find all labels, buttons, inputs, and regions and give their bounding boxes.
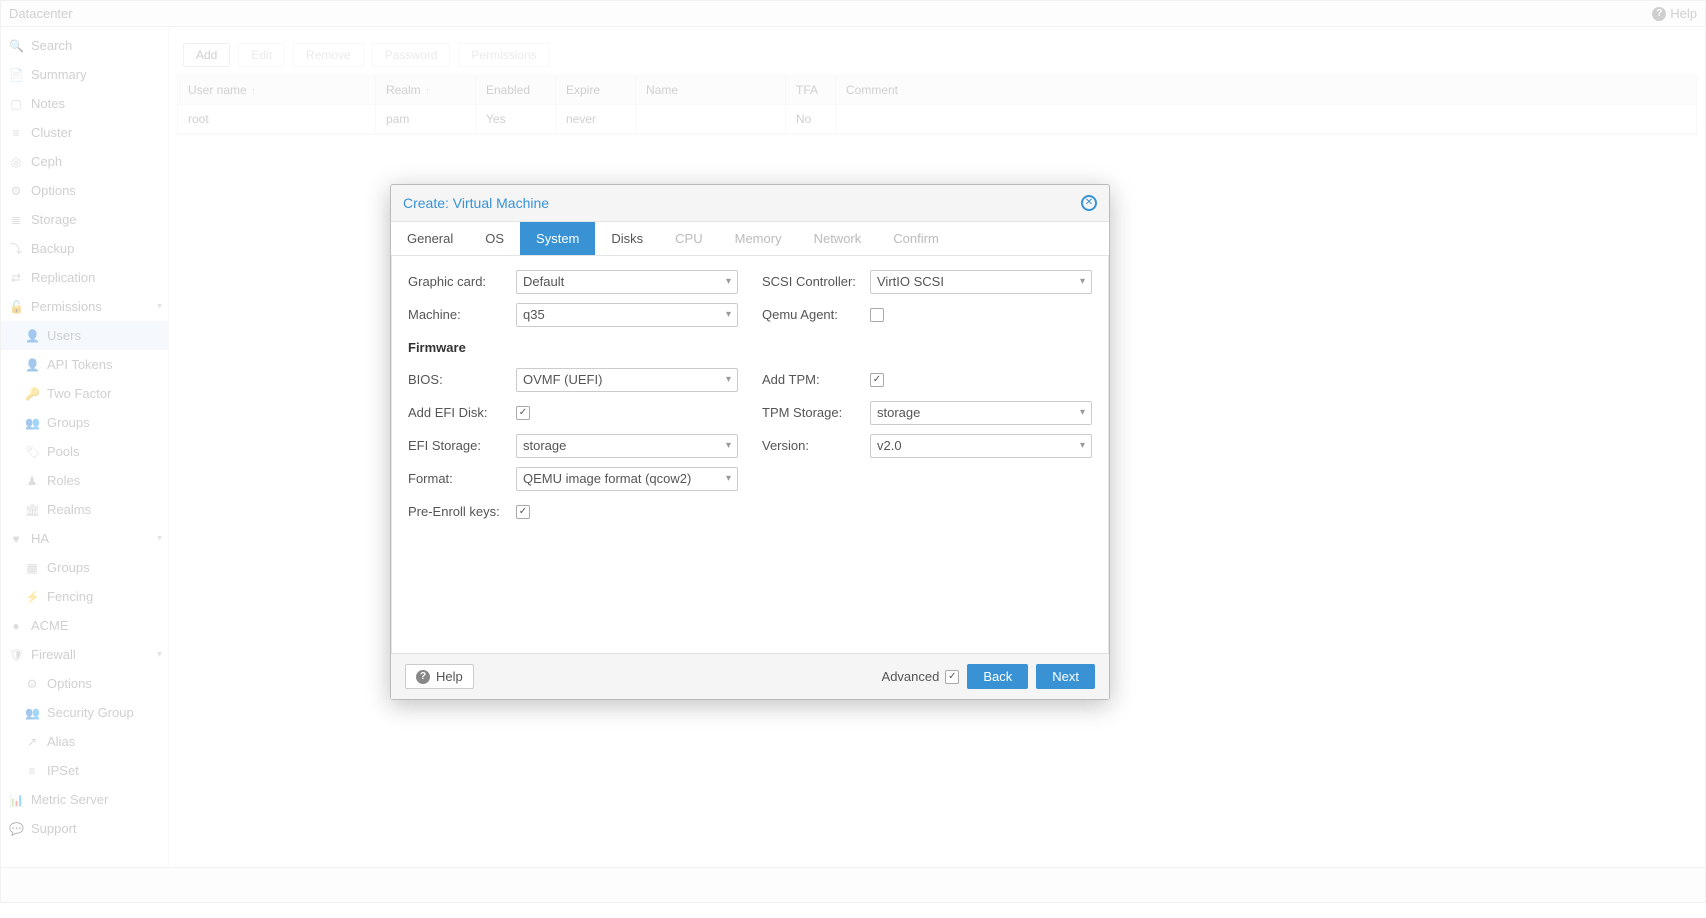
label-qemu-agent: Qemu Agent: <box>762 307 870 322</box>
tab-cpu: CPU <box>659 222 718 255</box>
advanced-toggle[interactable]: Advanced ✓ <box>882 669 960 684</box>
label-format: Format: <box>408 471 516 486</box>
next-button[interactable]: Next <box>1036 664 1095 689</box>
label-version: Version: <box>762 438 870 453</box>
help-button[interactable]: ? Help <box>405 664 474 689</box>
chevron-down-icon: ▾ <box>726 473 731 484</box>
form-col-left: Graphic card: Default ▾ Machine: q35 ▾ F… <box>408 270 738 639</box>
tab-os[interactable]: OS <box>469 222 520 255</box>
tab-network: Network <box>798 222 878 255</box>
tab-system[interactable]: System <box>520 222 595 255</box>
chevron-down-icon: ▾ <box>726 374 731 385</box>
checkbox-add-tpm[interactable]: ✓ <box>870 373 884 387</box>
label-graphic-card: Graphic card: <box>408 274 516 289</box>
chevron-down-icon: ▾ <box>726 440 731 451</box>
back-button[interactable]: Back <box>967 664 1028 689</box>
combo-scsi[interactable]: VirtIO SCSI ▾ <box>870 270 1092 294</box>
label-pre-enroll: Pre-Enroll keys: <box>408 504 516 519</box>
checkbox-advanced[interactable]: ✓ <box>945 670 959 684</box>
combo-graphic-card[interactable]: Default ▾ <box>516 270 738 294</box>
label-efi-storage: EFI Storage: <box>408 438 516 453</box>
chevron-down-icon: ▾ <box>1080 407 1085 418</box>
combo-bios[interactable]: OVMF (UEFI) ▾ <box>516 368 738 392</box>
close-icon[interactable]: ✕ <box>1081 195 1097 211</box>
modal-footer: ? Help Advanced ✓ Back Next <box>391 653 1109 699</box>
label-tpm-storage: TPM Storage: <box>762 405 870 420</box>
chevron-down-icon: ▾ <box>1080 276 1085 287</box>
modal-title: Create: Virtual Machine <box>403 195 549 211</box>
combo-machine[interactable]: q35 ▾ <box>516 303 738 327</box>
label-add-efi: Add EFI Disk: <box>408 405 516 420</box>
modal-tabs: GeneralOSSystemDisksCPUMemoryNetworkConf… <box>391 221 1109 256</box>
label-add-tpm: Add TPM: <box>762 372 870 387</box>
chevron-down-icon: ▾ <box>1080 440 1085 451</box>
checkbox-qemu-agent[interactable] <box>870 308 884 322</box>
chevron-down-icon: ▾ <box>726 276 731 287</box>
tab-confirm: Confirm <box>877 222 955 255</box>
modal-body: Graphic card: Default ▾ Machine: q35 ▾ F… <box>391 256 1109 653</box>
combo-format[interactable]: QEMU image format (qcow2) ▾ <box>516 467 738 491</box>
chevron-down-icon: ▾ <box>726 309 731 320</box>
tab-general[interactable]: General <box>391 222 469 255</box>
label-bios: BIOS: <box>408 372 516 387</box>
combo-efi-storage[interactable]: storage ▾ <box>516 434 738 458</box>
tab-disks[interactable]: Disks <box>595 222 659 255</box>
tab-memory: Memory <box>719 222 798 255</box>
checkbox-pre-enroll[interactable]: ✓ <box>516 505 530 519</box>
form-col-right: SCSI Controller: VirtIO SCSI ▾ Qemu Agen… <box>762 270 1092 639</box>
label-scsi: SCSI Controller: <box>762 274 870 289</box>
combo-tpm-storage[interactable]: storage ▾ <box>870 401 1092 425</box>
combo-version[interactable]: v2.0 ▾ <box>870 434 1092 458</box>
create-vm-modal: Create: Virtual Machine ✕ GeneralOSSyste… <box>390 184 1110 700</box>
help-icon: ? <box>416 670 430 684</box>
firmware-section: Firmware <box>408 336 738 358</box>
label-machine: Machine: <box>408 307 516 322</box>
checkbox-add-efi[interactable]: ✓ <box>516 406 530 420</box>
